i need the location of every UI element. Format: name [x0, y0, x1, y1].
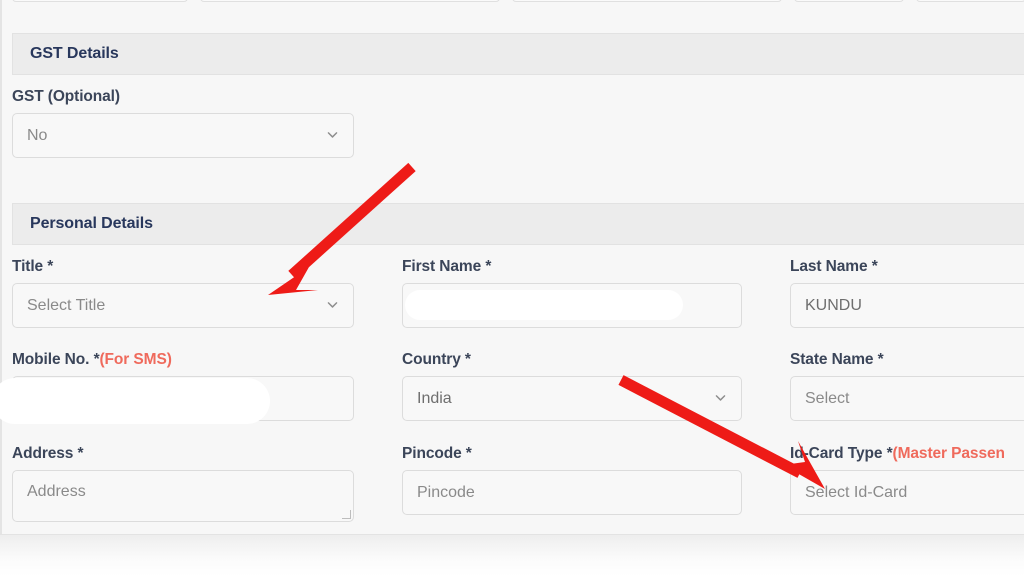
label-first-name-text: First Name	[402, 258, 486, 275]
country-select-value: India	[417, 389, 452, 407]
label-mobile: Mobile No. *(For SMS)	[12, 351, 354, 369]
field-state: State Name * Select	[790, 351, 1024, 421]
label-pincode-required: *	[465, 445, 472, 462]
idcard-select[interactable]: Select Id-Card	[790, 470, 1024, 515]
label-idcard-text: Id-Card Type	[790, 445, 887, 462]
field-address: Address * Address	[12, 445, 354, 522]
label-country-required: *	[464, 351, 471, 368]
label-country: Country *	[402, 351, 742, 369]
field-country: Country * India	[402, 351, 742, 421]
field-pincode: Pincode * Pincode	[402, 445, 742, 515]
previous-row-stubs	[12, 0, 1024, 20]
label-gst-text: GST (Optional)	[12, 88, 120, 105]
section-header-gst: GST Details	[12, 33, 1024, 75]
field-title: Title * Select Title	[12, 258, 354, 328]
field-last-name: Last Name * KUNDU	[790, 258, 1024, 328]
idcard-select-placeholder: Select Id-Card	[805, 483, 908, 501]
label-pincode: Pincode *	[402, 445, 742, 463]
redaction-mobile	[0, 378, 270, 424]
label-address: Address *	[12, 445, 354, 463]
title-select[interactable]: Select Title	[12, 283, 354, 328]
label-first-name: First Name *	[402, 258, 742, 276]
section-header-personal: Personal Details	[12, 203, 1024, 245]
page-footer-area	[0, 534, 1024, 576]
label-first-name-required: *	[485, 258, 492, 275]
field-idcard: Id-Card Type *(Master Passen Select Id-C…	[790, 445, 1024, 515]
field-stub-3	[512, 0, 782, 2]
pincode-input[interactable]: Pincode	[402, 470, 742, 515]
redaction-first-name	[405, 290, 683, 320]
label-title-required: *	[47, 258, 54, 275]
label-pincode-text: Pincode	[402, 445, 466, 462]
label-last-name-text: Last Name	[790, 258, 872, 275]
field-stub-4	[794, 0, 904, 2]
label-address-required: *	[77, 445, 84, 462]
address-placeholder: Address	[27, 483, 86, 500]
field-stub-1	[12, 0, 188, 2]
last-name-value: KUNDU	[805, 296, 862, 314]
state-select[interactable]: Select	[790, 376, 1024, 421]
chevron-down-icon	[714, 391, 727, 404]
field-stub-5	[916, 0, 1024, 2]
label-mobile-note: (For SMS)	[99, 351, 172, 368]
label-last-name-required: *	[871, 258, 878, 275]
section-title-personal: Personal Details	[30, 215, 153, 232]
chevron-down-icon	[326, 128, 339, 141]
field-gst: GST (Optional) No	[12, 88, 354, 158]
booking-form-page: GST Details GST (Optional) No Personal D…	[0, 0, 1024, 576]
label-state-required: *	[877, 351, 884, 368]
label-idcard: Id-Card Type *(Master Passen	[790, 445, 1024, 463]
section-title-gst: GST Details	[30, 45, 119, 62]
label-title: Title *	[12, 258, 354, 276]
label-gst: GST (Optional)	[12, 88, 354, 106]
title-select-placeholder: Select Title	[27, 296, 106, 314]
resize-handle-icon[interactable]	[342, 510, 351, 519]
label-state-text: State Name	[790, 351, 878, 368]
pincode-placeholder: Pincode	[417, 483, 475, 501]
gst-select[interactable]: No	[12, 113, 354, 158]
label-state: State Name *	[790, 351, 1024, 369]
gst-select-value: No	[27, 126, 48, 144]
chevron-down-icon	[326, 298, 339, 311]
label-title-text: Title	[12, 258, 48, 275]
label-idcard-note: (Master Passen	[892, 445, 1005, 462]
country-select[interactable]: India	[402, 376, 742, 421]
label-country-text: Country	[402, 351, 465, 368]
label-address-text: Address	[12, 445, 78, 462]
last-name-input[interactable]: KUNDU	[790, 283, 1024, 328]
label-mobile-text: Mobile No.	[12, 351, 94, 368]
state-select-placeholder: Select	[805, 389, 850, 407]
field-stub-2	[200, 0, 500, 2]
address-textarea[interactable]: Address	[12, 470, 354, 522]
label-last-name: Last Name *	[790, 258, 1024, 276]
